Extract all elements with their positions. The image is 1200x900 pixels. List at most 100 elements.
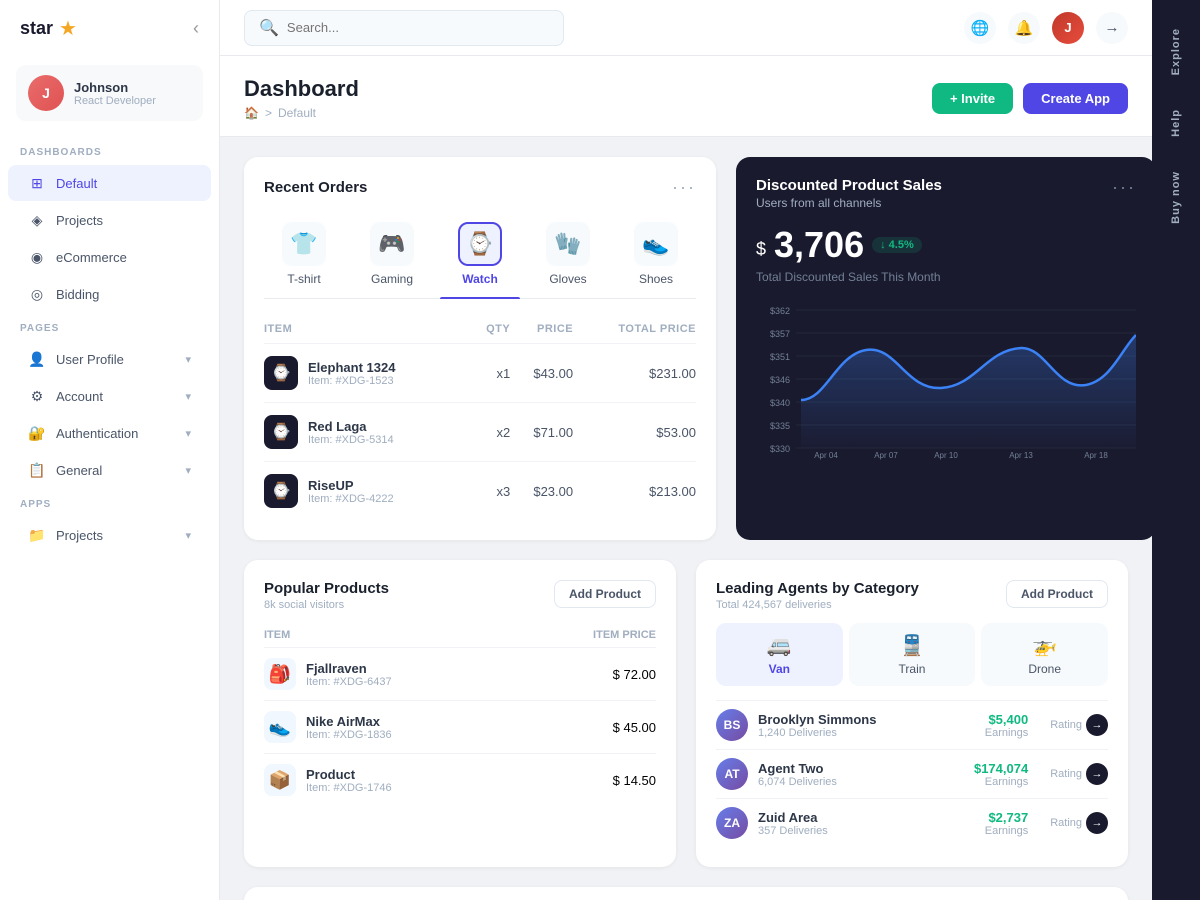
chart-title: Discounted Product Sales bbox=[756, 177, 942, 194]
arrow-icon[interactable]: → bbox=[1086, 714, 1108, 736]
order-tab-watch[interactable]: ⌚ Watch bbox=[440, 214, 520, 298]
topbar-avatar[interactable]: J bbox=[1052, 12, 1084, 44]
sidebar-item-label: Authentication bbox=[56, 426, 175, 441]
orders-table: ITEM QTY PRICE TOTAL PRICE ⌚ Elephant 13… bbox=[264, 315, 696, 520]
leading-agents-title: Leading Agents by Category bbox=[716, 580, 919, 597]
agent-name: Brooklyn Simmons bbox=[758, 712, 975, 727]
chevron-down-icon: ▾ bbox=[185, 390, 191, 403]
chart-value: $ 3,706 ↓ 4.5% bbox=[756, 224, 1136, 266]
sidebar-nav: DASHBOARDS⊞ Default ◈ Projects ◉ eCommer… bbox=[0, 137, 219, 554]
order-tab-tshirt[interactable]: 👕 T-shirt bbox=[264, 214, 344, 298]
sidebar-item-icon: ◈ bbox=[28, 211, 46, 229]
sidebar-item-bidding[interactable]: ◎ Bidding bbox=[8, 276, 211, 312]
item-name: Red Laga bbox=[308, 419, 394, 434]
sidebar-item-user-profile[interactable]: 👤 User Profile ▾ bbox=[8, 341, 211, 377]
transport-tab-train[interactable]: 🚆 Train bbox=[849, 623, 976, 686]
arrow-icon[interactable]: → bbox=[1086, 812, 1108, 834]
product-id: Item: #XDG-1836 bbox=[306, 729, 392, 741]
sidebar-item-label: Account bbox=[56, 389, 175, 404]
sidebar-item-general[interactable]: 📋 General ▾ bbox=[8, 452, 211, 488]
topbar-globe-icon[interactable]: 🌐 bbox=[964, 12, 996, 44]
tab-label: T-shirt bbox=[287, 272, 320, 286]
transport-tabs: 🚐 Van🚆 Train🚁 Drone bbox=[716, 623, 1108, 686]
item-price: $71.00 bbox=[510, 403, 573, 462]
arrow-icon[interactable]: → bbox=[1086, 763, 1108, 785]
invite-button[interactable]: + Invite bbox=[932, 83, 1013, 114]
leading-agents-card: Leading Agents by Category Total 424,567… bbox=[696, 560, 1128, 867]
tab-icon: ⌚ bbox=[458, 222, 502, 266]
tab-icon: 🎮 bbox=[370, 222, 414, 266]
order-tab-shoes[interactable]: 👟 Shoes bbox=[616, 214, 696, 298]
avatar: J bbox=[28, 75, 64, 111]
chart-menu-icon[interactable]: ··· bbox=[1112, 177, 1136, 198]
tab-label: Gaming bbox=[371, 272, 413, 286]
sidebar-item-projects[interactable]: ◈ Projects bbox=[8, 202, 211, 238]
col-item: ITEM bbox=[264, 315, 472, 344]
user-name: Johnson bbox=[74, 80, 156, 95]
sidebar-item-label: Bidding bbox=[56, 287, 191, 302]
item-qty: x1 bbox=[472, 344, 510, 403]
table-row: 📦 Product Item: #XDG-1746 $ 14.50 bbox=[264, 754, 656, 807]
tab-label: Gloves bbox=[549, 272, 586, 286]
add-product-button[interactable]: Add Product bbox=[554, 580, 656, 608]
sidebar-item-account[interactable]: ⚙ Account ▾ bbox=[8, 378, 211, 414]
svg-text:Apr 10: Apr 10 bbox=[934, 451, 958, 460]
search-box[interactable]: 🔍 bbox=[244, 10, 564, 46]
sidebar-item-authentication[interactable]: 🔐 Authentication ▾ bbox=[8, 415, 211, 451]
help-link[interactable]: Help bbox=[1170, 97, 1182, 149]
order-tab-gaming[interactable]: 🎮 Gaming bbox=[352, 214, 432, 298]
item-image: ⌚ bbox=[264, 474, 298, 508]
agent-rating: Earnings bbox=[985, 825, 1028, 837]
svg-text:$362: $362 bbox=[770, 306, 790, 316]
order-tab-gloves[interactable]: 🧤 Gloves bbox=[528, 214, 608, 298]
topbar-arrow-icon[interactable]: → bbox=[1096, 12, 1128, 44]
content-area: Recent Orders ··· 👕 T-shirt🎮 Gaming⌚ Wat… bbox=[220, 137, 1152, 900]
search-input[interactable] bbox=[287, 20, 549, 35]
create-app-button[interactable]: Create App bbox=[1023, 83, 1128, 114]
product-image: 🎒 bbox=[264, 658, 296, 690]
sidebar-item-ecommerce[interactable]: ◉ eCommerce bbox=[8, 239, 211, 275]
item-name: RiseUP bbox=[308, 478, 394, 493]
item-image: ⌚ bbox=[264, 356, 298, 390]
transport-icon: 🚆 bbox=[900, 633, 925, 658]
sidebar-collapse-button[interactable]: ‹ bbox=[193, 18, 199, 39]
item-price: $43.00 bbox=[510, 344, 573, 403]
product-image: 👟 bbox=[264, 711, 296, 743]
explore-link[interactable]: Explore bbox=[1170, 16, 1182, 87]
add-product-button-2[interactable]: Add Product bbox=[1006, 580, 1108, 608]
item-id: Item: #XDG-4222 bbox=[308, 493, 394, 505]
agent-earnings: $174,074 bbox=[974, 761, 1028, 776]
chart-label: Total Discounted Sales This Month bbox=[756, 270, 1136, 284]
svg-text:$351: $351 bbox=[770, 352, 790, 362]
transport-label: Drone bbox=[1028, 662, 1061, 676]
sidebar-item-label: Projects bbox=[56, 213, 191, 228]
sidebar-item-projects-app[interactable]: 📁 Projects ▾ bbox=[8, 517, 211, 553]
sidebar-section-label: DASHBOARDS bbox=[0, 137, 219, 164]
topbar: 🔍 🌐 🔔 J → bbox=[220, 0, 1152, 56]
recent-orders-title: Recent Orders bbox=[264, 179, 367, 196]
sidebar-section-label: PAGES bbox=[0, 313, 219, 340]
sidebar-logo: star ★ ‹ bbox=[0, 0, 219, 57]
bottom-grid: Popular Products 8k social visitors Add … bbox=[220, 560, 1152, 887]
svg-text:Apr 07: Apr 07 bbox=[874, 451, 898, 460]
item-price: $23.00 bbox=[510, 462, 573, 521]
buynow-link[interactable]: Buy now bbox=[1170, 159, 1182, 236]
topbar-bell-icon[interactable]: 🔔 bbox=[1008, 12, 1040, 44]
transport-tab-drone[interactable]: 🚁 Drone bbox=[981, 623, 1108, 686]
transport-tab-van[interactable]: 🚐 Van bbox=[716, 623, 843, 686]
sidebar-item-icon: 📁 bbox=[28, 526, 46, 544]
item-qty: x3 bbox=[472, 462, 510, 521]
product-name: Product bbox=[306, 767, 392, 782]
discounted-sales-card: Discounted Product Sales Users from all … bbox=[736, 157, 1152, 540]
sidebar-item-default[interactable]: ⊞ Default bbox=[8, 165, 211, 201]
recent-orders-menu-icon[interactable]: ··· bbox=[672, 177, 696, 198]
product-price: $ 72.00 bbox=[526, 648, 656, 701]
logo-star-icon: ★ bbox=[59, 16, 77, 41]
breadcrumb-current: Default bbox=[278, 106, 316, 120]
leading-agents-subtitle: Total 424,567 deliveries bbox=[716, 599, 919, 611]
sidebar-user-card[interactable]: J Johnson React Developer bbox=[16, 65, 203, 121]
chevron-down-icon: ▾ bbox=[185, 529, 191, 542]
main-content: 🔍 🌐 🔔 J → Dashboard 🏠 > Default + Invite… bbox=[220, 0, 1152, 900]
agent-earnings: $2,737 bbox=[985, 810, 1028, 825]
table-row: ⌚ Elephant 1324 Item: #XDG-1523 x1 $43.0… bbox=[264, 344, 696, 403]
